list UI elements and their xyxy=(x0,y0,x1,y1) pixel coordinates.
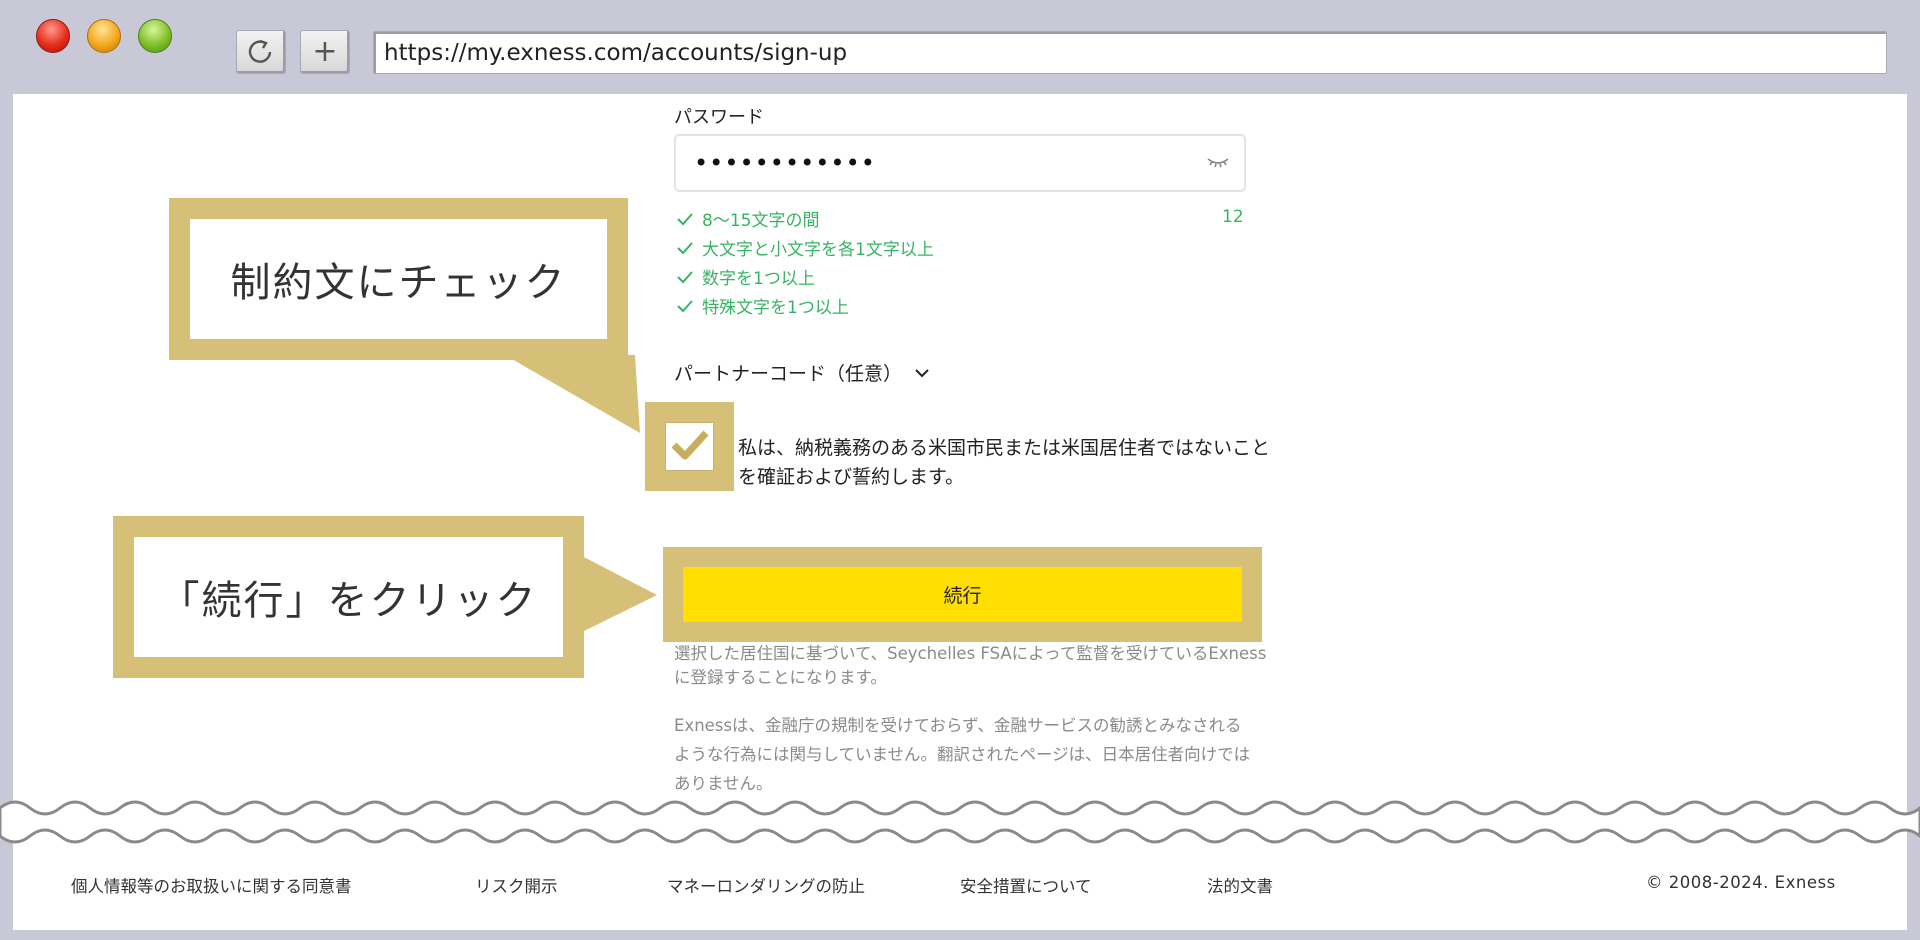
rule-text: 8～15文字の間 xyxy=(702,211,820,231)
callout-pointer xyxy=(505,355,640,433)
regulator-notice: 選択した居住国に基づいて、Seychelles FSAによって監督を受けているE… xyxy=(674,644,1267,687)
checkmark-icon xyxy=(671,430,709,460)
footer-link-legal[interactable]: 法的文書 xyxy=(1207,873,1273,897)
reload-button[interactable] xyxy=(236,30,286,74)
footer-link-risk[interactable]: リスク開示 xyxy=(475,873,558,897)
partner-code-label: パートナーコード（任意） xyxy=(674,363,903,385)
checkbox-highlight xyxy=(645,402,734,491)
toggle-password-visibility-icon[interactable] xyxy=(1206,152,1230,170)
callout-pointer xyxy=(580,555,657,633)
password-rule-number: 数字を1つ以上 xyxy=(676,264,815,289)
continue-button[interactable]: 続行 xyxy=(683,567,1242,622)
rule-text: 数字を1つ以上 xyxy=(702,269,815,289)
callout-check: 制約文にチェック xyxy=(169,198,628,360)
check-icon xyxy=(677,270,693,283)
password-field[interactable]: •••••••••••• xyxy=(674,134,1246,192)
page-break-divider xyxy=(0,800,1920,844)
password-rule-special: 特殊文字を1つ以上 xyxy=(676,293,849,318)
footer-link-aml[interactable]: マネーロンダリングの防止 xyxy=(667,873,865,897)
close-window-button[interactable] xyxy=(36,19,70,53)
password-value: •••••••••••• xyxy=(694,149,876,177)
new-tab-button[interactable]: + xyxy=(300,30,350,74)
password-label: パスワード xyxy=(674,107,764,128)
plus-icon: + xyxy=(312,34,338,69)
check-icon xyxy=(677,241,693,254)
us-person-declaration-text: 私は、納税義務のある米国市民または米国居住者ではないことを確証および誓約します。 xyxy=(738,437,1271,488)
callout-continue: 「続行」をクリック xyxy=(113,516,584,678)
rule-text: 大文字と小文字を各1文字以上 xyxy=(702,240,934,260)
japan-notice: Exnessは、金融庁の規制を受けておらず、金融サービスの勧誘とみなされるような… xyxy=(674,716,1251,793)
check-icon xyxy=(677,299,693,312)
minimize-window-button[interactable] xyxy=(87,19,121,53)
reload-icon xyxy=(248,39,272,63)
password-rule-length: 8～15文字の間 xyxy=(676,206,819,231)
partner-code-toggle[interactable]: パートナーコード（任意） xyxy=(674,359,930,386)
address-bar[interactable]: https://my.exness.com/accounts/sign-up xyxy=(373,31,1887,74)
footer-link-privacy[interactable]: 個人情報等のお取扱いに関する同意書 xyxy=(71,873,352,897)
chevron-down-icon xyxy=(915,368,929,377)
callout-check-text: 制約文にチェック xyxy=(190,219,607,339)
check-icon xyxy=(677,212,693,225)
footer-link-security[interactable]: 安全措置について xyxy=(960,873,1092,897)
maximize-window-button[interactable] xyxy=(138,19,172,53)
us-person-declaration-checkbox[interactable] xyxy=(665,422,714,471)
password-char-count: 12 xyxy=(1222,207,1244,227)
rule-text: 特殊文字を1つ以上 xyxy=(702,298,849,318)
footer-copyright: © 2008-2024. Exness xyxy=(1646,873,1836,892)
continue-highlight: 続行 xyxy=(663,547,1262,642)
url-text: https://my.exness.com/accounts/sign-up xyxy=(384,40,848,66)
password-rule-case: 大文字と小文字を各1文字以上 xyxy=(676,235,934,260)
callout-continue-text: 「続行」をクリック xyxy=(134,537,563,657)
